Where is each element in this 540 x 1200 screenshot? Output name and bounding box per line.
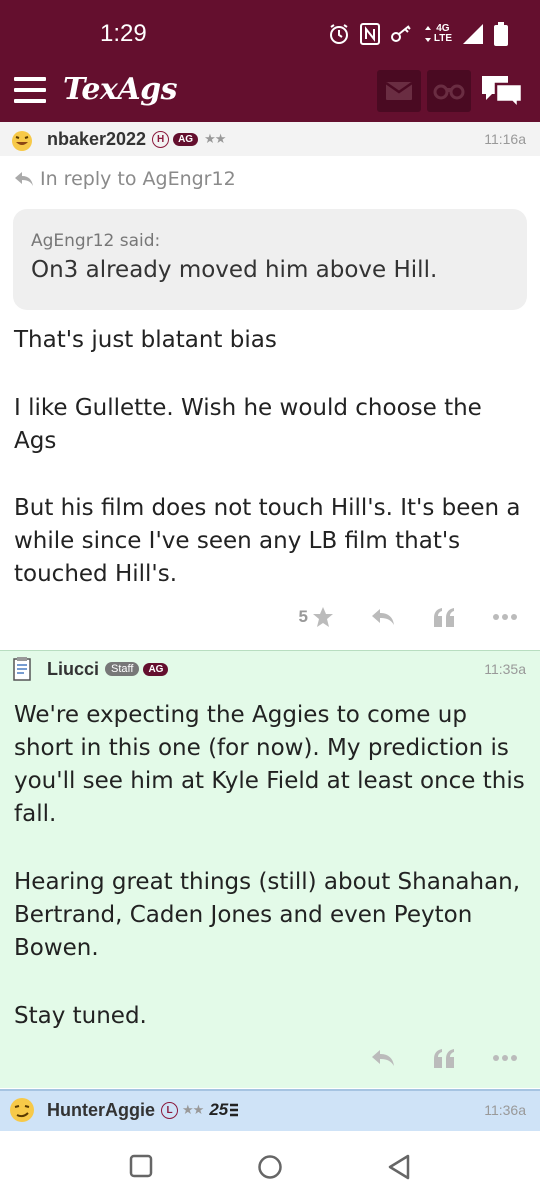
rank-badge: 25 — [209, 1100, 229, 1119]
binoculars-icon — [433, 84, 465, 100]
status-icons: 4G LTE — [328, 22, 508, 46]
quote-text: On3 already moved him above Hill. — [31, 257, 438, 283]
notepad-icon — [13, 657, 31, 681]
reply-button[interactable] — [370, 607, 396, 627]
username[interactable]: Liucci — [47, 659, 99, 680]
reply-icon — [372, 1050, 394, 1066]
avatar[interactable] — [8, 655, 36, 683]
post-paragraph: That's just blatant bias — [14, 327, 277, 353]
reply-icon — [372, 609, 394, 625]
mail-button[interactable] — [377, 70, 421, 112]
badge-ag: AG — [173, 132, 199, 146]
reply-button[interactable] — [370, 1048, 396, 1068]
reply-to-text: In reply to AgEngr12 — [40, 168, 236, 190]
menu-icon[interactable] — [14, 77, 46, 103]
home-icon[interactable] — [256, 1153, 284, 1181]
chat-icon — [482, 76, 524, 112]
signal-icon — [462, 23, 484, 45]
network-label-bottom: LTE — [433, 33, 452, 44]
reply-arrow-icon — [15, 172, 33, 186]
badge-ag: AG — [143, 662, 169, 676]
recent-apps-icon[interactable] — [128, 1153, 154, 1179]
more-button[interactable] — [492, 1054, 518, 1062]
quote-block: AgEngr12 said: On3 already moved him abo… — [13, 209, 527, 310]
smirk-emoji-icon — [10, 1098, 34, 1122]
post-actions — [370, 1048, 518, 1068]
alarm-icon — [328, 23, 350, 45]
post-paragraph: I like Gullette. Wish he would choose th… — [14, 395, 482, 454]
quote-button[interactable] — [432, 1048, 456, 1068]
badge-l: L — [161, 1101, 178, 1119]
post-header: nbaker2022 H AG ★★ 11:16a — [0, 122, 540, 156]
post-time: 11:36a — [484, 1102, 526, 1118]
post-time: 11:35a — [484, 661, 526, 677]
status-time: 1:29 — [100, 20, 147, 47]
network-type: 4G LTE — [424, 24, 452, 44]
post-paragraph: But his film does not touch Hill's. It's… — [14, 495, 521, 587]
star-rating-button[interactable]: 5 — [299, 606, 334, 628]
quote-button[interactable] — [432, 607, 456, 627]
quote-icon — [434, 1049, 454, 1068]
badge-h: H — [152, 130, 170, 148]
post-header: HunterAggie L ★★ 25 11:36a — [0, 1093, 540, 1127]
quote-author[interactable]: AgEngr12 said: — [31, 231, 509, 251]
post-header: Liucci Staff AG 11:35a — [0, 652, 540, 686]
username[interactable]: nbaker2022 — [47, 129, 146, 150]
post-paragraph: We're expecting the Aggies to come up sh… — [14, 702, 525, 827]
badge-staff: Staff — [105, 662, 140, 676]
binoculars-button[interactable] — [427, 70, 471, 112]
post-paragraph: Hearing great things (still) about Shana… — [14, 869, 521, 961]
more-icon — [493, 614, 517, 620]
username[interactable]: HunterAggie — [47, 1100, 155, 1121]
reply-to-link[interactable]: In reply to AgEngr12 — [14, 168, 236, 190]
post-actions: 5 — [299, 606, 518, 628]
star-icon — [313, 607, 333, 627]
quote-icon — [434, 608, 454, 627]
avatar[interactable] — [8, 1096, 36, 1124]
more-button[interactable] — [492, 613, 518, 621]
site-logo[interactable]: TexAgs — [63, 72, 178, 107]
post-paragraph: Stay tuned. — [14, 1003, 147, 1029]
rating-stars: ★★ — [204, 131, 226, 147]
back-icon[interactable] — [386, 1153, 412, 1181]
star-count: 5 — [298, 607, 308, 626]
key-icon — [390, 24, 414, 44]
chat-button[interactable] — [480, 72, 526, 112]
laughing-emoji-icon — [12, 131, 32, 151]
avatar[interactable] — [8, 125, 36, 153]
app-header: TexAgs — [0, 60, 540, 122]
rank-stripes-icon — [230, 1103, 239, 1117]
rating-stars: ★★ — [182, 1102, 204, 1118]
mail-icon — [385, 81, 413, 100]
more-icon — [493, 1055, 517, 1061]
battery-icon — [494, 22, 508, 46]
status-bar: 1:29 4G LTE — [0, 0, 540, 60]
post-time: 11:16a — [484, 131, 526, 147]
nfc-icon — [359, 23, 380, 45]
system-nav-bar — [0, 1135, 540, 1200]
